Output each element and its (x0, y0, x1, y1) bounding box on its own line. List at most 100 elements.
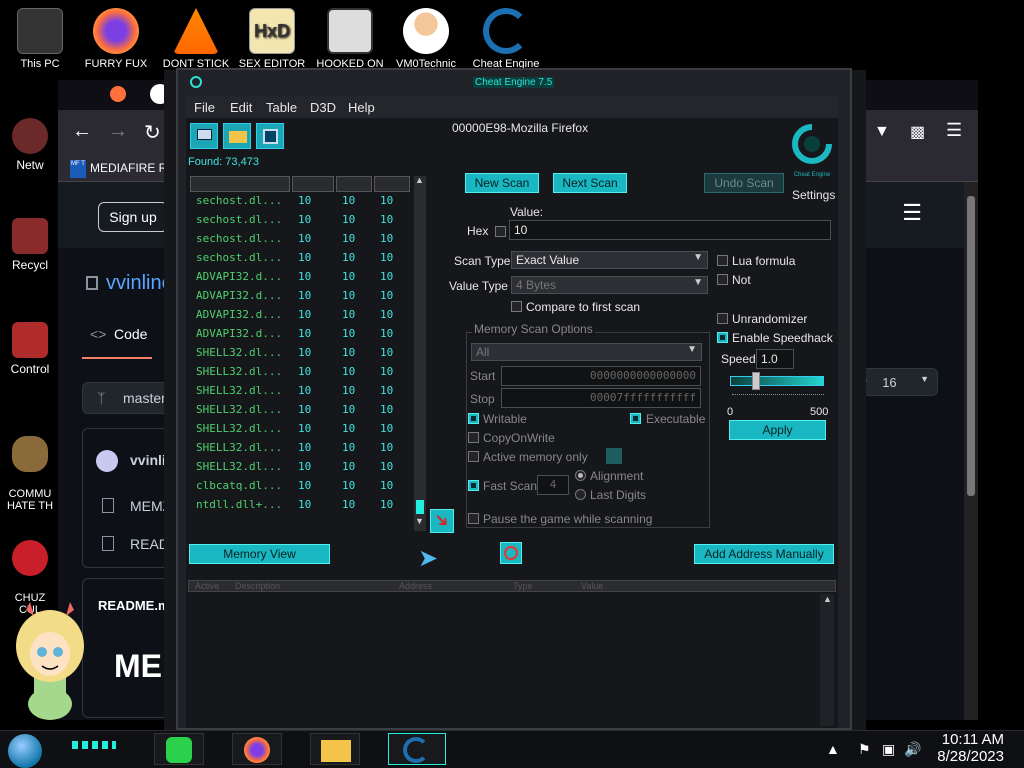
back-arrow-icon[interactable]: ← (72, 120, 92, 143)
scrollbar-thumb[interactable] (416, 500, 424, 514)
speed-slider-thumb[interactable] (752, 372, 760, 390)
value-type-select[interactable]: 4 Bytes ▼ (511, 276, 708, 294)
address-table[interactable] (188, 594, 820, 726)
fast-scan-input[interactable]: 4 (537, 475, 569, 495)
result-row[interactable]: ntdll.dll+... 10 10 10 (190, 498, 412, 517)
start-address-input[interactable]: 0000000000000000 (501, 366, 701, 386)
cheat-engine-logo-icon[interactable]: Cheat Engine (790, 122, 834, 178)
column-header-value[interactable] (292, 176, 334, 192)
result-row[interactable]: sechost.dl... 10 10 10 (190, 232, 412, 251)
next-scan-button[interactable]: Next Scan (553, 173, 627, 193)
desktop-icon-network[interactable]: Netw (0, 118, 60, 172)
stop-address-input[interactable]: 00007fffffffffff (501, 388, 701, 408)
column-header-first[interactable] (374, 176, 410, 192)
menu-edit[interactable]: Edit (230, 100, 252, 115)
taskbar-notes-app[interactable] (154, 733, 204, 765)
desktop-icon-furry-fux[interactable]: FURRY FUX (74, 8, 158, 70)
active-memory-checkbox[interactable] (468, 451, 479, 462)
new-scan-button[interactable]: New Scan (465, 173, 539, 193)
desktop-icon-hooked-on[interactable]: HOOKED ON (308, 8, 392, 70)
result-row[interactable]: SHELL32.dl... 10 10 10 (190, 403, 412, 422)
result-row[interactable]: SHELL32.dl... 10 10 10 (190, 365, 412, 384)
save-table-button[interactable] (256, 123, 284, 149)
apply-button[interactable]: Apply (729, 420, 826, 440)
scroll-up-arrow-icon[interactable]: ▲ (823, 594, 832, 604)
flag-icon[interactable]: ⚑ (858, 741, 871, 758)
result-row[interactable]: ADVAPI32.d... 10 10 10 (190, 289, 412, 308)
column-value[interactable]: Value (581, 581, 603, 591)
desktop-icon-vm0technic[interactable]: VM0Technic (384, 8, 468, 70)
enable-speedhack-checkbox[interactable] (717, 332, 728, 343)
menu-help[interactable]: Help (348, 100, 375, 115)
scan-results-list[interactable]: sechost.dl... 10 10 10 sechost.dl... 10 10 10 se… (190, 194, 412, 524)
desktop-icon-control[interactable]: Control (0, 322, 60, 376)
result-row[interactable]: SHELL32.dl... 10 10 10 (190, 441, 412, 460)
desktop-icon-commu[interactable]: COMMU HATE TH (0, 424, 60, 512)
scroll-up-arrow-icon[interactable]: ▲ (415, 175, 424, 185)
column-header-previous[interactable] (336, 176, 372, 192)
system-clock[interactable]: 10:11 AM 8/28/2023 (937, 731, 1004, 765)
executable-checkbox[interactable] (630, 413, 641, 424)
start-orb-icon[interactable] (8, 734, 42, 768)
column-header-address[interactable] (190, 176, 290, 192)
menu-file[interactable]: File (194, 100, 215, 115)
tab-code[interactable]: Code (114, 326, 147, 342)
column-active[interactable]: Active (195, 581, 220, 591)
compare-first-checkbox[interactable] (511, 301, 522, 312)
column-type[interactable]: Type (513, 581, 533, 591)
result-row[interactable]: clbcatq.dl... 10 10 10 (190, 479, 412, 498)
menu-d3d[interactable]: D3D (310, 100, 336, 115)
speed-slider-track[interactable] (730, 376, 824, 386)
network-icon[interactable]: ▣ (882, 741, 895, 758)
result-row[interactable]: SHELL32.dl... 10 10 10 (190, 346, 412, 365)
results-scrollbar[interactable]: ▲ ▼ (414, 175, 426, 531)
scrollbar-thumb[interactable] (967, 196, 975, 496)
pause-game-checkbox[interactable] (468, 513, 479, 524)
pocket-icon[interactable]: ▼ (874, 123, 890, 141)
page-scrollbar[interactable] (964, 182, 978, 720)
copy-on-write-checkbox[interactable] (468, 432, 479, 443)
not-checkbox[interactable] (717, 274, 728, 285)
scroll-down-arrow-icon[interactable]: ▼ (415, 516, 424, 526)
open-process-button[interactable] (190, 123, 218, 149)
reload-icon[interactable]: ↻ (144, 120, 161, 145)
menu-table[interactable]: Table (266, 100, 297, 115)
memory-region-select[interactable]: All ▼ (471, 343, 702, 361)
fast-scan-checkbox[interactable] (468, 480, 479, 491)
open-table-button[interactable] (223, 123, 251, 149)
hex-checkbox[interactable] (495, 226, 506, 237)
repo-owner-link[interactable]: vvinlinc (106, 272, 172, 295)
result-row[interactable]: ADVAPI32.d... 10 10 10 (190, 308, 412, 327)
column-description[interactable]: Description (235, 581, 280, 591)
pointer-arrow-icon[interactable]: ➤ (418, 544, 438, 573)
show-hidden-icons-icon[interactable]: ▲ (826, 741, 840, 757)
hamburger-menu-icon[interactable]: ☰ (946, 120, 962, 141)
writable-checkbox[interactable] (468, 413, 479, 424)
desktop-icon-dont-stick[interactable]: DONT STICK (154, 8, 238, 70)
desktop-icon-sex-editor[interactable]: HxD SEX EDITOR (230, 8, 314, 70)
scan-type-select[interactable]: Exact Value ▼ (511, 251, 708, 269)
result-row[interactable]: sechost.dl... 10 10 10 (190, 251, 412, 270)
result-row[interactable]: ADVAPI32.d... 10 10 10 (190, 327, 412, 346)
result-row[interactable]: sechost.dl... 10 10 10 (190, 213, 412, 232)
result-row[interactable]: SHELL32.dl... 10 10 10 (190, 460, 412, 479)
result-row[interactable]: sechost.dl... 10 10 10 (190, 194, 412, 213)
forward-arrow-icon[interactable]: → (108, 120, 128, 143)
last-digits-radio[interactable] (575, 489, 586, 500)
value-input[interactable]: 10 (509, 220, 831, 240)
undo-scan-button[interactable]: Undo Scan (704, 173, 784, 193)
add-address-manually-button[interactable]: Add Address Manually (694, 544, 834, 564)
volume-icon[interactable]: 🔊 (904, 741, 921, 758)
taskbar-file-explorer[interactable] (310, 733, 360, 765)
settings-link[interactable]: Settings (792, 188, 835, 202)
speed-input[interactable]: 1.0 (756, 349, 794, 369)
memory-view-button[interactable]: Memory View (189, 544, 330, 564)
github-menu-icon[interactable]: ☰ (902, 200, 922, 226)
taskbar-cheat-engine[interactable] (388, 733, 446, 765)
add-to-list-button[interactable]: ➔ (429, 508, 454, 533)
column-address[interactable]: Address (399, 581, 432, 591)
desktop-icon-recycle[interactable]: Recycl (0, 218, 60, 272)
taskbar-firefox[interactable] (232, 733, 282, 765)
result-row[interactable]: SHELL32.dl... 10 10 10 (190, 422, 412, 441)
sign-up-button[interactable]: Sign up (98, 202, 168, 232)
